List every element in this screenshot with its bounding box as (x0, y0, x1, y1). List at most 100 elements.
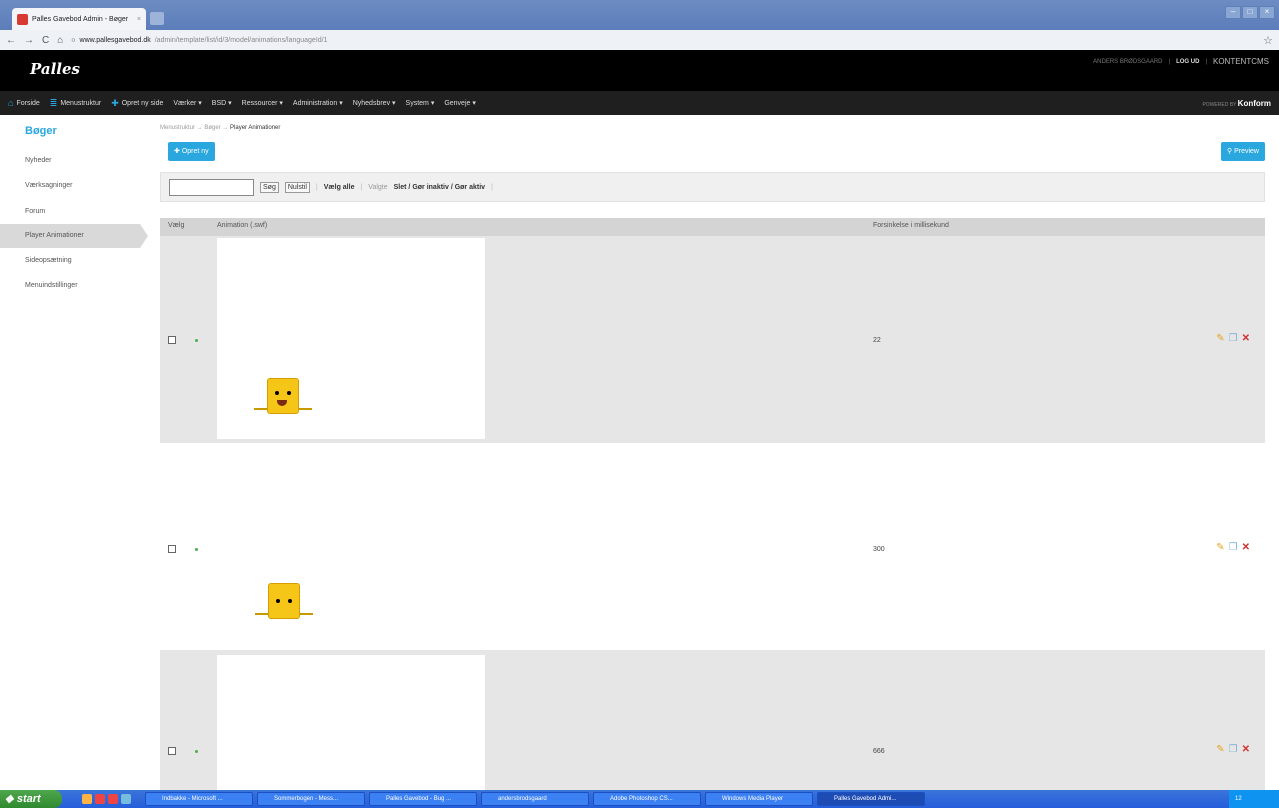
address-bar[interactable]: ○ www.pallesgavebod.dk/admin/template/li… (71, 37, 327, 44)
quicklaunch-icon[interactable] (82, 794, 92, 804)
header-user-area: ANDERS BRØDSGAARD | LOG UD | KONTENTCMS (1093, 57, 1269, 66)
home-icon[interactable]: ⌂ (57, 35, 63, 46)
reload-icon[interactable]: C (42, 35, 49, 46)
breadcrumb: Menustruktur → Bøger → Player Animatione… (160, 125, 280, 131)
plus-icon: ✚ (111, 97, 119, 108)
taskbar-item[interactable]: Palles Gavebod - Bug ... (369, 792, 477, 806)
powered-brand: Konform (1237, 98, 1271, 108)
row-checkbox[interactable] (168, 747, 176, 755)
windows-logo-icon: ❖ (4, 793, 14, 806)
menu-item-system[interactable]: System ▾ (406, 99, 435, 107)
row-checkbox[interactable] (168, 545, 176, 553)
menu-item-opret-ny-side[interactable]: ✚ Opret ny side (111, 98, 163, 109)
bookmark-star-icon[interactable]: ☆ (1263, 34, 1273, 47)
sidebar-item-nyheder[interactable]: Nyheder (0, 149, 140, 173)
column-header-delay[interactable]: Forsinkelse i millisekund (873, 222, 949, 229)
sidebar-item-forum[interactable]: Forum (0, 200, 140, 224)
edit-icon[interactable]: ✎ (1216, 333, 1224, 344)
start-button[interactable]: ❖ start (0, 790, 62, 808)
start-label: start (16, 793, 41, 805)
column-header-select[interactable]: Vælg (168, 222, 184, 229)
sidebar-item-sideopsaetning[interactable]: Sideopsætning (0, 249, 140, 273)
mascot-image (252, 378, 312, 423)
url-host: www.pallesgavebod.dk (79, 36, 151, 44)
menu-item-administration[interactable]: Administration ▾ (293, 99, 343, 107)
bulk-actions-link[interactable]: Slet / Gør inaktiv / Gør aktiv (394, 184, 485, 191)
delete-icon[interactable]: ✕ (1242, 333, 1250, 344)
table-row: 300 ✎ ❐ ✕ (160, 443, 1265, 650)
site-header (0, 50, 1279, 91)
quicklaunch-icon[interactable] (95, 794, 105, 804)
mascot-arm (255, 613, 269, 615)
copy-icon[interactable]: ❐ (1229, 333, 1238, 344)
taskbar-item[interactable]: Windows Media Player (705, 792, 813, 806)
system-tray: 12 (1229, 790, 1279, 808)
table-row: 666 ✎ ❐ ✕ (160, 650, 1265, 790)
reset-button[interactable]: Nulstil (284, 181, 310, 193)
sidebar: Bøger Nyheder Værksagninger Forum Player… (0, 115, 148, 790)
taskbar-item[interactable]: Adobe Photoshop CS... (593, 792, 701, 806)
quick-launch (82, 794, 131, 804)
quicklaunch-icon[interactable] (121, 794, 131, 804)
sidebar-item-vaerksagninger[interactable]: Værksagninger (0, 174, 140, 198)
sidebar-item-menuindstillinger[interactable]: Menuindstillinger (0, 274, 140, 298)
taskbar-item[interactable]: Sommerbogen - Mess... (257, 792, 365, 806)
menu-item-forside[interactable]: ⌂ Forside (8, 98, 40, 108)
animation-thumbnail (217, 238, 485, 439)
tab-strip: Palles Gavebod Admin - Bøger × – □ × (0, 0, 1279, 30)
taskbar-item[interactable]: Indbakke - Microsoft ... (145, 792, 253, 806)
breadcrumb-current: Player Animationer (230, 125, 281, 131)
search-input[interactable] (169, 178, 254, 196)
edit-icon[interactable]: ✎ (1216, 542, 1224, 553)
sidebar-title[interactable]: Bøger (25, 125, 57, 137)
menu-label: Forside (16, 99, 40, 107)
powered-by: POWERED BY Konform (1202, 99, 1271, 108)
menu-item-nyhedsbrev[interactable]: Nyhedsbrev ▾ (353, 99, 396, 107)
minimize-icon[interactable]: – (1225, 6, 1241, 19)
back-icon[interactable]: ← (6, 35, 16, 46)
sidebar-item-player-animationer[interactable]: Player Animationer (0, 224, 148, 248)
copy-icon[interactable]: ❐ (1229, 744, 1238, 755)
mascot-arm (298, 408, 312, 410)
clock[interactable]: 12 (1235, 796, 1242, 802)
menu-item-genveje[interactable]: Genveje ▾ (444, 99, 476, 107)
create-label: Opret ny (181, 148, 209, 155)
logout-link[interactable]: LOG UD (1176, 59, 1199, 65)
delete-icon[interactable]: ✕ (1242, 744, 1250, 755)
url-path: /admin/template/list/id/3/model/animatio… (154, 36, 328, 44)
create-new-button[interactable]: ✚ Opret ny (168, 142, 215, 161)
menu-item-bsd[interactable]: BSD ▾ (212, 99, 232, 107)
selected-label: Valgte (368, 183, 388, 191)
select-all-link[interactable]: Vælg alle (324, 184, 355, 191)
maximize-icon[interactable]: □ (1242, 6, 1258, 19)
close-window-icon[interactable]: × (1259, 6, 1275, 19)
edit-icon[interactable]: ✎ (1216, 744, 1224, 755)
quicklaunch-icon[interactable] (108, 794, 118, 804)
close-tab-icon[interactable]: × (137, 16, 141, 23)
taskbar-item-active[interactable]: Palles Gavebod Admi... (817, 792, 925, 806)
row-checkbox[interactable] (168, 336, 176, 344)
new-tab-button[interactable] (150, 12, 164, 25)
browser-navbar: ← → C ⌂ ○ www.pallesgavebod.dk/admin/tem… (0, 30, 1279, 50)
active-status-icon (195, 339, 198, 342)
site-logo[interactable]: Palles (30, 60, 80, 78)
delay-value: 300 (873, 546, 885, 553)
mascot-eye (276, 599, 280, 603)
browser-tab[interactable]: Palles Gavebod Admin - Bøger × (12, 8, 146, 30)
row-actions: ✎ ❐ ✕ (1216, 333, 1250, 344)
table-row: 22 ✎ ❐ ✕ (160, 236, 1265, 443)
copy-icon[interactable]: ❐ (1229, 542, 1238, 553)
delete-icon[interactable]: ✕ (1242, 542, 1250, 553)
forward-icon[interactable]: → (24, 35, 34, 46)
mascot-eye (287, 391, 291, 395)
breadcrumb-path[interactable]: Menustruktur → Bøger → (160, 125, 230, 131)
menu-item-menustruktur[interactable]: ≣ Menustruktur (50, 98, 101, 109)
search-button[interactable]: Søg (260, 181, 279, 193)
page-icon: ○ (71, 36, 76, 44)
preview-button[interactable]: ⚲ Preview (1221, 142, 1265, 161)
menu-item-ressourcer[interactable]: Ressourcer ▾ (242, 99, 283, 107)
column-header-animation[interactable]: Animation (.swf) (217, 222, 267, 229)
taskbar-item[interactable]: andersbrodsgaard (481, 792, 589, 806)
row-actions: ✎ ❐ ✕ (1216, 744, 1250, 755)
menu-item-vaerker[interactable]: Værker ▾ (173, 99, 201, 107)
